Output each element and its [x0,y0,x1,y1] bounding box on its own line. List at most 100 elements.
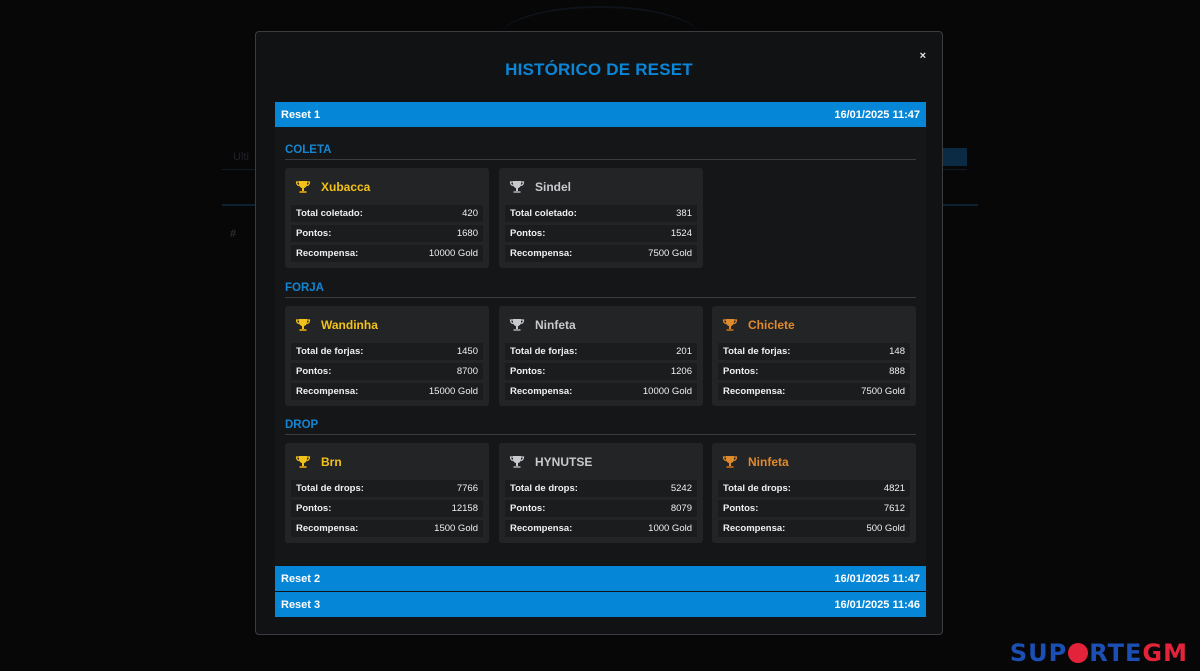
player-card: HYNUTSE Total de drops: 5242 Pontos: 8079 … [499,443,703,543]
player-card: Sindel Total coletado: 381 Pontos: 1524 Re… [499,168,703,268]
stat-value: 7500 Gold [648,248,692,259]
stat-label: Total coletado: [510,208,577,219]
reset-label: Reset 3 [281,598,321,611]
reset-datetime: 16/01/2025 11:47 [834,572,920,585]
stat-label: Total de drops: [510,483,578,494]
section-title-drop: DROP [285,419,916,435]
watermark-part2: RTE [1089,639,1143,667]
stat-value: 7766 [456,483,478,494]
stat-value: 201 [676,346,692,357]
reset-datetime: 16/01/2025 11:46 [834,598,920,611]
stat-label: Recompensa: [723,386,786,397]
stat-value: 1500 Gold [434,523,478,534]
reset-1-header[interactable]: Reset 1 16/01/2025 11:47 [275,102,926,127]
stat-row: Pontos: 888 [718,363,910,380]
stat-value: 500 Gold [866,523,905,534]
reset-label: Reset 2 [281,572,321,585]
stat-label: Pontos: [296,366,332,377]
card-header: Ninfeta [722,453,789,471]
player-card: Xubacca Total coletado: 420 Pontos: 1680 R… [285,168,489,268]
reset-1-body: COLETA Xubacca Total coletado: 420 Pontos… [275,127,926,565]
stat-row: Pontos: 8700 [291,363,483,380]
stat-value: 10000 Gold [428,248,478,259]
card-header: Sindel [509,178,571,196]
reset-label: Reset 1 [281,108,321,121]
player-card: Brn Total de drops: 7766 Pontos: 12158 Rec… [285,443,489,543]
stat-row: Pontos: 1680 [291,225,483,242]
player-name: Brn [321,455,342,469]
gold-trophy-icon [295,456,311,468]
player-name: HYNUTSE [535,455,593,469]
stat-row: Pontos: 7612 [718,500,910,517]
player-name: Wandinha [321,318,378,332]
card-header: Brn [295,453,342,471]
card-header: HYNUTSE [509,453,592,471]
stat-label: Total de forjas: [723,346,791,357]
background-table-hash: # [230,228,237,240]
stat-label: Recompensa: [296,386,359,397]
stat-label: Pontos: [723,503,759,514]
stat-value: 1206 [670,366,692,377]
stat-value: 10000 Gold [642,386,692,397]
stat-row: Pontos: 1524 [505,225,697,242]
stat-value: 420 [462,208,478,219]
bronze-trophy-icon [722,319,738,331]
card-header: Wandinha [295,316,378,334]
player-card: Ninfeta Total de drops: 4821 Pontos: 7612 … [712,443,916,543]
player-name: Chiclete [748,318,795,332]
player-card: Chiclete Total de forjas: 148 Pontos: 888 … [712,306,916,406]
stat-label: Recompensa: [510,248,573,259]
player-name: Ninfeta [535,318,576,332]
stat-value: 1000 Gold [648,523,692,534]
silver-trophy-icon [509,181,525,193]
stat-row: Total coletado: 420 [291,205,483,222]
stat-label: Total de drops: [723,483,791,494]
stat-value: 1450 [456,346,478,357]
stat-value: 1524 [670,228,692,239]
watermark-part1: SUP [1009,639,1068,667]
player-card: Wandinha Total de forjas: 1450 Pontos: 870… [285,306,489,406]
stat-row: Pontos: 12158 [291,500,483,517]
stat-label: Total de drops: [296,483,364,494]
stat-row: Pontos: 8079 [505,500,697,517]
stat-row: Total de drops: 4821 [718,480,910,497]
stat-value: 8700 [456,366,478,377]
stat-value: 381 [676,208,692,219]
stat-value: 15000 Gold [428,386,478,397]
stat-label: Recompensa: [296,523,359,534]
stat-row: Total de forjas: 148 [718,343,910,360]
card-header: Chiclete [722,316,795,334]
stat-label: Pontos: [723,366,759,377]
stat-row: Recompensa: 10000 Gold [291,245,483,262]
stat-label: Recompensa: [723,523,786,534]
player-name: Xubacca [321,180,371,194]
stat-label: Recompensa: [510,523,573,534]
suportegm-watermark: SUP RTEGM [1010,639,1188,667]
stat-row: Recompensa: 7500 Gold [505,245,697,262]
watermark-o-icon [1068,643,1089,663]
stat-row: Recompensa: 500 Gold [718,520,910,537]
stat-label: Pontos: [296,503,332,514]
reset-history-modal: × HISTÓRICO DE RESET Reset 1 16/01/2025 … [255,31,943,635]
card-header: Xubacca [295,178,370,196]
stat-row: Recompensa: 1500 Gold [291,520,483,537]
stat-label: Total coletado: [296,208,363,219]
stat-row: Total de forjas: 1450 [291,343,483,360]
reset-3-header[interactable]: Reset 3 16/01/2025 11:46 [275,592,926,617]
stat-row: Recompensa: 15000 Gold [291,383,483,400]
stat-label: Total de forjas: [296,346,364,357]
stat-value: 7612 [883,503,905,514]
reset-datetime: 16/01/2025 11:47 [834,108,920,121]
watermark-part3: GM [1142,639,1188,667]
silver-trophy-icon [509,456,525,468]
stat-row: Recompensa: 10000 Gold [505,383,697,400]
stat-row: Total coletado: 381 [505,205,697,222]
bronze-trophy-icon [722,456,738,468]
stat-row: Total de forjas: 201 [505,343,697,360]
reset-2-header[interactable]: Reset 2 16/01/2025 11:47 [275,566,926,591]
stat-label: Pontos: [510,366,546,377]
stat-value: 1680 [456,228,478,239]
stat-value: 888 [889,366,905,377]
stat-value: 4821 [883,483,905,494]
stat-row: Total de drops: 5242 [505,480,697,497]
